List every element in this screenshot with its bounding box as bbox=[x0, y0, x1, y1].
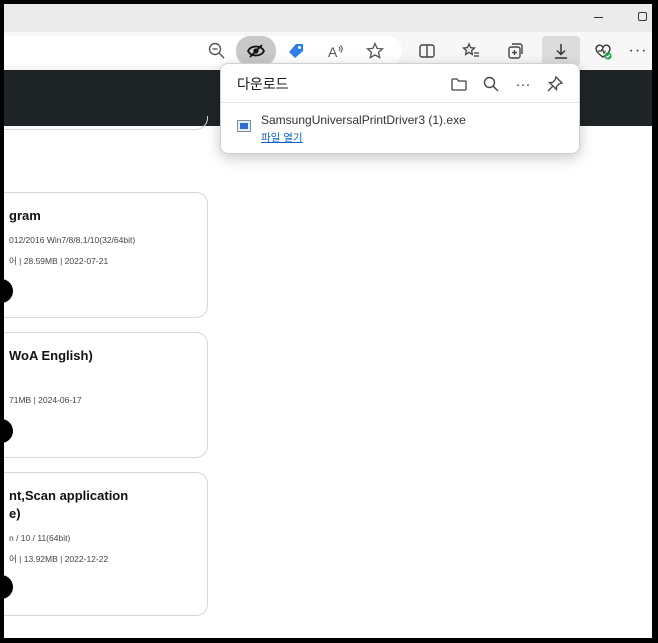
card-title: gram bbox=[9, 208, 41, 223]
driver-card-3[interactable]: nt,Scan application e) n / 10 / 11(64bit… bbox=[4, 472, 208, 616]
card-partial-top bbox=[4, 116, 208, 130]
folder-icon[interactable] bbox=[445, 70, 473, 98]
maximize-button[interactable] bbox=[638, 12, 647, 21]
card-file-info: 어 | 28.59MB | 2022-07-21 bbox=[9, 256, 109, 266]
downloads-panel-actions: ··· bbox=[445, 70, 569, 98]
more-icon[interactable]: ··· bbox=[509, 70, 537, 98]
downloads-icon[interactable] bbox=[542, 36, 580, 66]
browser-window: A ··· gram 012/2016 Win7/8/8.1/10(32/64b… bbox=[4, 4, 652, 638]
more-menu-icon[interactable]: ··· bbox=[624, 36, 652, 66]
card-os-info: 012/2016 Win7/8/8.1/10(32/64bit) bbox=[9, 235, 136, 245]
more-glyph: ··· bbox=[515, 75, 531, 93]
more-menu-glyph: ··· bbox=[628, 42, 648, 59]
favorites-list-icon[interactable] bbox=[456, 36, 486, 66]
card-title: nt,Scan application bbox=[9, 488, 129, 503]
pin-icon[interactable] bbox=[541, 70, 569, 98]
card-file-info: 71MB | 2024-06-17 bbox=[9, 395, 82, 405]
divider bbox=[221, 102, 579, 103]
tracking-hidden-icon[interactable] bbox=[236, 36, 276, 66]
read-aloud-icon[interactable]: A bbox=[320, 36, 350, 66]
download-button[interactable] bbox=[4, 419, 13, 443]
page-content: gram 012/2016 Win7/8/8.1/10(32/64bit) 어 … bbox=[4, 116, 652, 638]
exe-file-icon bbox=[237, 120, 251, 132]
browser-essentials-icon[interactable] bbox=[588, 36, 618, 66]
open-file-link[interactable]: 파일 열기 bbox=[261, 130, 303, 145]
coupon-tag-icon[interactable] bbox=[281, 36, 311, 66]
card-os-info: n / 10 / 11(64bit) bbox=[9, 533, 71, 543]
card-file-info: 어 | 13.92MB | 2022-12-22 bbox=[9, 554, 109, 564]
split-screen-icon[interactable] bbox=[412, 36, 442, 66]
read-aloud-glyph: A bbox=[328, 44, 338, 60]
download-button[interactable] bbox=[4, 279, 13, 303]
card-title: WoA English) bbox=[9, 348, 93, 363]
card-title-line-2: e) bbox=[9, 506, 21, 521]
minimize-button[interactable] bbox=[594, 17, 603, 18]
search-icon[interactable] bbox=[477, 70, 505, 98]
title-bar bbox=[4, 4, 652, 32]
downloads-panel: 다운로드 ··· SamsungUniversalPrintDriver3 (1… bbox=[220, 63, 580, 154]
driver-card-1[interactable]: gram 012/2016 Win7/8/8.1/10(32/64bit) 어 … bbox=[4, 192, 208, 318]
download-file-name: SamsungUniversalPrintDriver3 (1).exe bbox=[261, 113, 466, 127]
driver-card-2[interactable]: WoA English) 71MB | 2024-06-17 bbox=[4, 332, 208, 458]
favorite-star-icon[interactable] bbox=[360, 36, 390, 66]
download-button[interactable] bbox=[4, 575, 13, 599]
zoom-out-icon[interactable] bbox=[202, 36, 232, 66]
download-item[interactable]: SamsungUniversalPrintDriver3 (1).exe 파일 … bbox=[235, 110, 565, 146]
collections-icon[interactable] bbox=[500, 36, 530, 66]
downloads-panel-title: 다운로드 bbox=[237, 76, 289, 92]
